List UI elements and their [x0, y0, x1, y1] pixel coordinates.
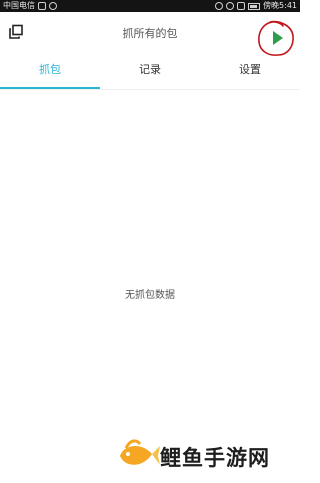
- app-bar: 抓所有的包: [0, 12, 300, 56]
- wifi-icon: [226, 2, 235, 10]
- tab-divider: [0, 89, 300, 90]
- clock: 傍晚5:41: [263, 1, 297, 10]
- carrier-label: 中国电信: [3, 1, 35, 10]
- tab-records[interactable]: 记录: [100, 54, 200, 90]
- app-screen: 中国电信 傍晚5:41 抓所有的包 抓包 记录 设置 无抓包数据 鲤鱼手游网: [0, 0, 300, 483]
- carrier-badge-icon: [38, 2, 46, 10]
- start-capture-button[interactable]: [250, 18, 296, 58]
- status-left: 中国电信: [3, 0, 57, 12]
- notification-icon: [49, 2, 57, 10]
- tab-bar: 抓包 记录 设置: [0, 54, 300, 90]
- signal-icon: [237, 2, 246, 10]
- fish-logo-icon: [120, 439, 160, 465]
- status-bar: 中国电信 傍晚5:41: [0, 0, 300, 12]
- alarm-icon: [215, 2, 224, 10]
- tab-capture[interactable]: 抓包: [0, 54, 100, 90]
- status-right: 傍晚5:41: [215, 0, 297, 12]
- watermark: 鲤鱼手游网: [112, 434, 298, 482]
- tab-settings[interactable]: 设置: [200, 54, 300, 90]
- play-icon: [258, 20, 294, 56]
- battery-icon: [248, 2, 261, 10]
- empty-state-text: 无抓包数据: [125, 290, 175, 301]
- watermark-text: 鲤鱼手游网: [160, 446, 270, 470]
